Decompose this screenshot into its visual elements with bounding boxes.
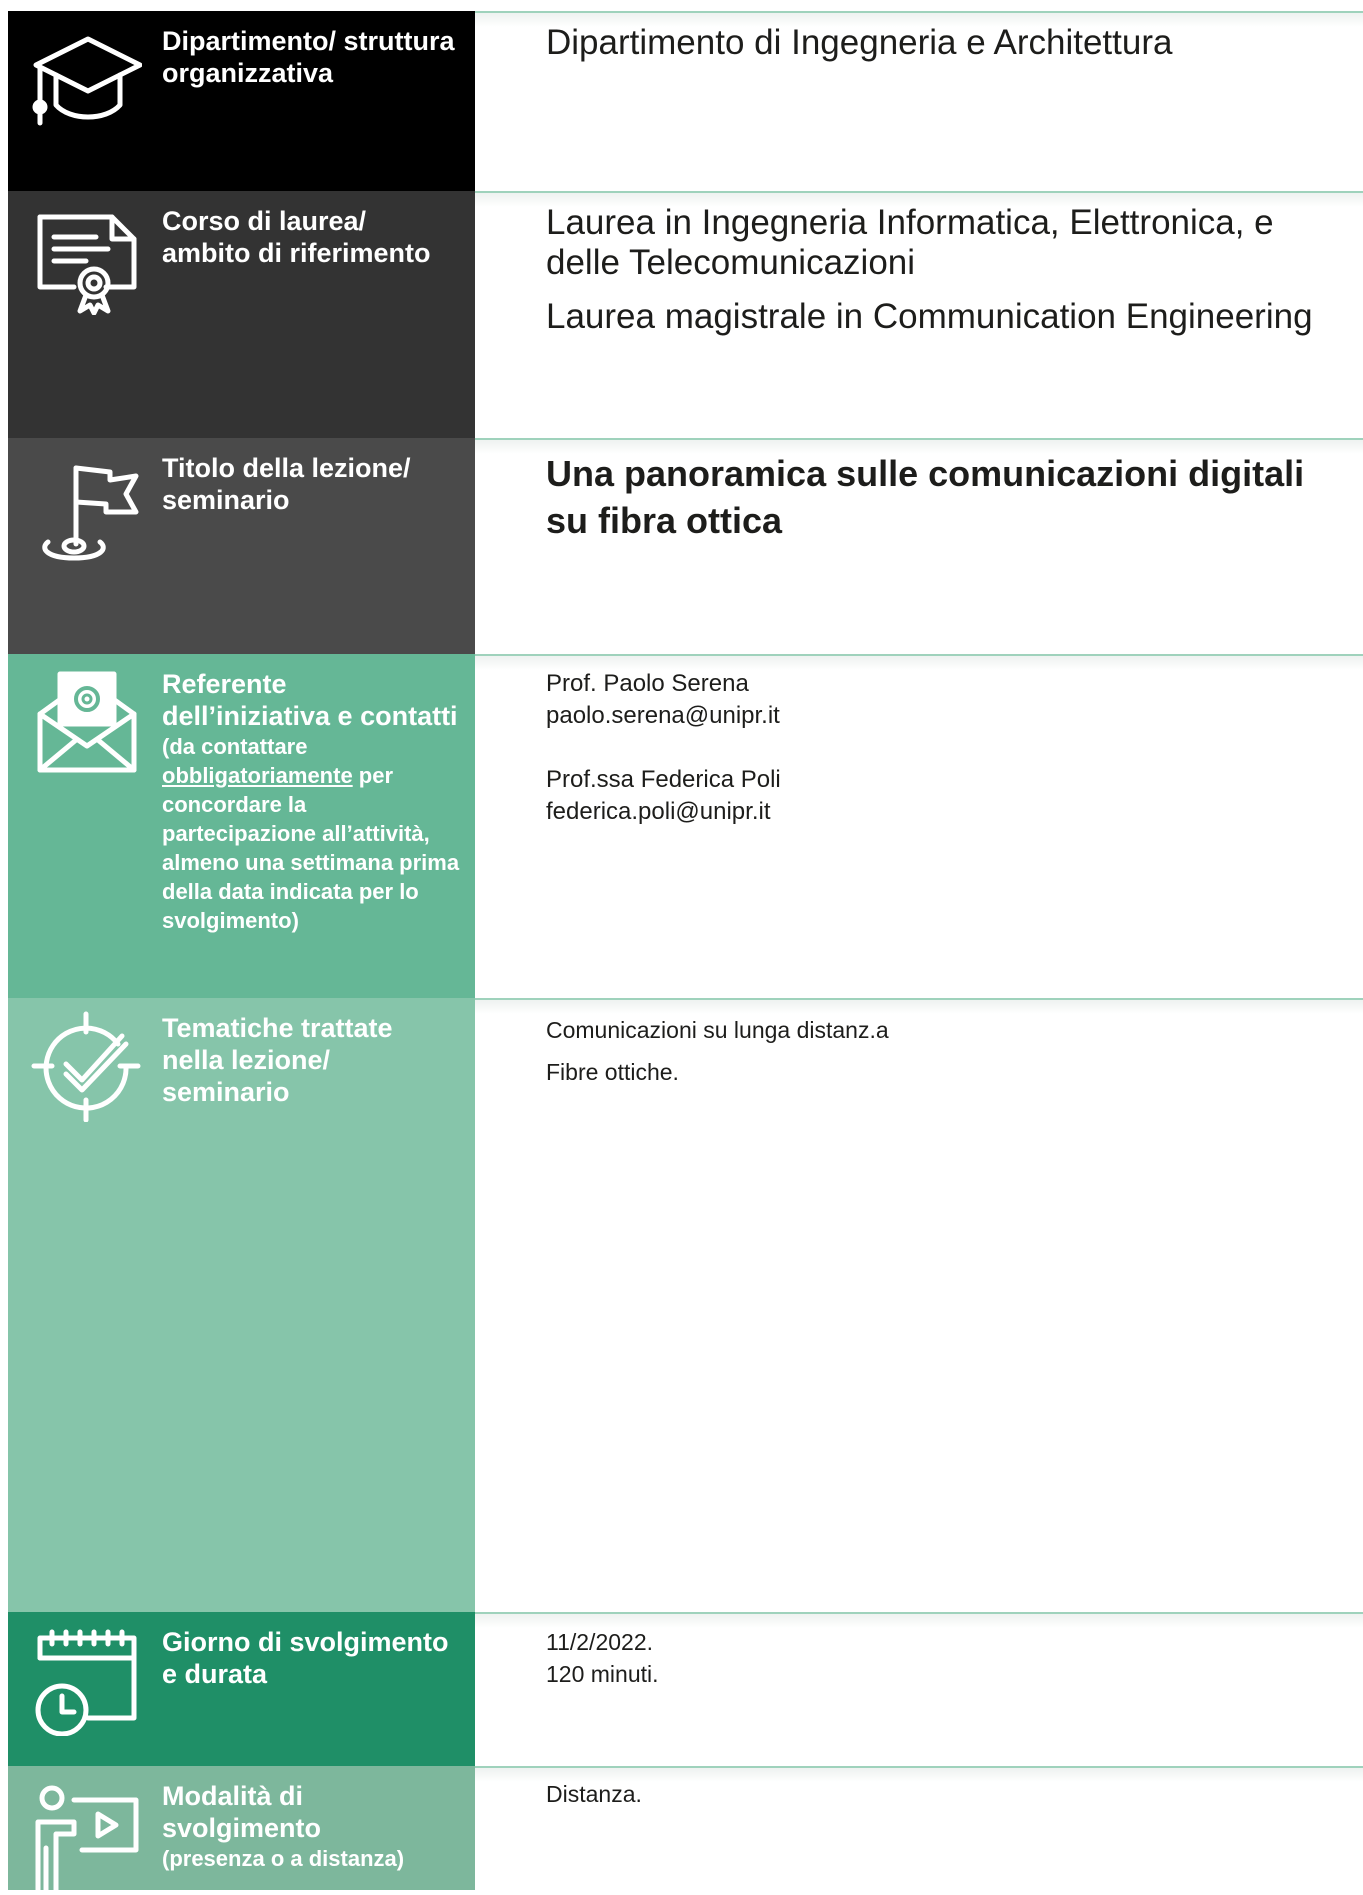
lesson-title: Una panoramica sulle comunicazioni digit… — [546, 453, 1305, 541]
course-info-sheet: Dipartimento/ struttura organizzativa Di… — [0, 0, 1363, 1893]
row-header: Modalità di svolgimento (presenza o a di… — [8, 1766, 475, 1893]
row-header: Dipartimento/ struttura organizzativa — [8, 11, 475, 191]
row-header: Corso di laurea/ ambito di riferimento — [8, 191, 475, 438]
duration-value: 120 minuti. — [546, 1661, 659, 1687]
row-header: Giorno di svolgimento e durata — [8, 1612, 475, 1766]
graduation-cap-icon — [30, 23, 143, 135]
mode-value: Distanza. — [546, 1781, 642, 1807]
row-mode: Modalità di svolgimento (presenza o a di… — [8, 1766, 1363, 1893]
certificate-icon — [30, 203, 142, 316]
row-value-cell: Una panoramica sulle comunicazioni digit… — [475, 438, 1363, 654]
flag-target-icon — [30, 450, 142, 562]
contact-name: Prof.ssa Federica Poli — [546, 766, 781, 793]
row-value-cell: Comunicazioni su lunga distanz.a Fibre o… — [475, 998, 1363, 1612]
mode-note: (presenza o a distanza) — [162, 1846, 405, 1871]
row-label: Tematiche trattate nella lezione/ semina… — [162, 1013, 393, 1107]
email-envelope-icon — [30, 666, 142, 778]
row-date: Giorno di svolgimento e durata 11/2/2022… — [8, 1612, 1363, 1766]
row-value-cell: Prof. Paolo Serena paolo.serena@unipr.it… — [475, 654, 1363, 998]
course-value: Laurea in Ingegneria Informatica, Elettr… — [546, 203, 1274, 282]
course-value: Laurea magistrale in Communication Engin… — [546, 297, 1313, 336]
row-contacts: Referente dell’iniziativa e contatti (da… — [8, 654, 1363, 998]
row-topics: Tematiche trattate nella lezione/ semina… — [8, 998, 1363, 1612]
row-label: Titolo della lezione/ seminario — [162, 453, 411, 515]
row-header: Tematiche trattate nella lezione/ semina… — [8, 998, 475, 1612]
emphasis-obligatory: obbligatoriamente — [162, 763, 353, 788]
row-value-cell: Distanza. — [475, 1766, 1363, 1890]
contact-name: Prof. Paolo Serena — [546, 670, 749, 697]
row-value-cell: Laurea in Ingegneria Informatica, Elettr… — [475, 191, 1363, 438]
date-value: 11/2/2022. — [546, 1629, 654, 1655]
contact-email[interactable]: federica.poli@unipr.it — [546, 796, 1333, 828]
row-value-cell: 11/2/2022. 120 minuti. — [475, 1612, 1363, 1766]
target-check-icon — [30, 1010, 142, 1123]
department-value: Dipartimento di Ingegneria e Architettur… — [546, 23, 1173, 62]
row-label: Dipartimento/ struttura organizzativa — [162, 26, 455, 88]
calendar-clock-icon — [30, 1624, 142, 1737]
row-header: Titolo della lezione/ seminario — [8, 438, 475, 654]
row-label: Referente dell’iniziativa e contatti (da… — [162, 669, 460, 933]
contact-note: (da contattare obbligatoriamente per con… — [162, 734, 460, 933]
row-label: Corso di laurea/ ambito di riferimento — [162, 206, 431, 268]
row-department: Dipartimento/ struttura organizzativa Di… — [8, 11, 1363, 191]
row-label: Modalità di svolgimento (presenza o a di… — [162, 1780, 461, 1873]
topic-item: Comunicazioni su lunga distanz.a — [546, 1017, 889, 1043]
row-value-cell: Dipartimento di Ingegneria e Architettur… — [475, 11, 1363, 191]
topic-item: Fibre ottiche. — [546, 1059, 679, 1085]
row-title: Titolo della lezione/ seminario Una pano… — [8, 438, 1363, 654]
presenter-screen-icon — [30, 1778, 142, 1893]
row-label: Giorno di svolgimento e durata — [162, 1627, 449, 1689]
contact-email[interactable]: paolo.serena@unipr.it — [546, 700, 1333, 732]
row-course: Corso di laurea/ ambito di riferimento L… — [8, 191, 1363, 438]
row-header: Referente dell’iniziativa e contatti (da… — [8, 654, 475, 998]
